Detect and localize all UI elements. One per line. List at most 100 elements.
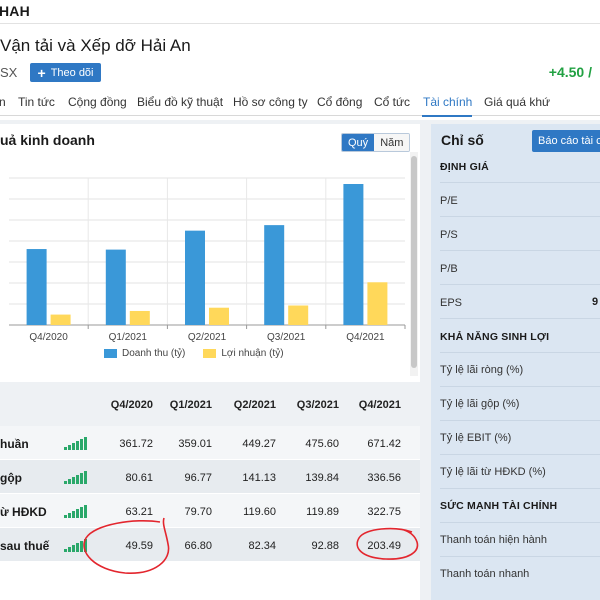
tab-company-profile[interactable]: Hồ sơ công ty xyxy=(233,95,308,109)
sparkline-bar xyxy=(84,437,87,450)
table-cell: 80.61 xyxy=(125,472,153,484)
ratio-item-ebit-margin[interactable]: Tỷ lệ EBIT (%) xyxy=(440,432,600,444)
tab-shareholders[interactable]: Cổ đông xyxy=(317,95,362,109)
ratio-item-eps[interactable]: EPS xyxy=(440,297,600,309)
ratios-title: Chỉ số xyxy=(441,132,484,148)
sparkline-bar xyxy=(72,443,75,450)
ratio-item-net-margin[interactable]: Tỷ lệ lãi ròng (%) xyxy=(440,364,600,376)
row-label: huần xyxy=(0,437,29,451)
row-label: ừ HĐKD xyxy=(0,505,47,519)
tab-dividends[interactable]: Cổ tức xyxy=(374,95,410,109)
table-cell: 66.80 xyxy=(184,540,212,552)
column-header: Q1/2021 xyxy=(169,399,212,411)
tab-finance[interactable]: Tài chính xyxy=(423,95,472,109)
top-bar: HAH xyxy=(0,0,600,24)
sparkline-bar xyxy=(64,549,67,552)
divider xyxy=(440,318,600,319)
tab-community[interactable]: Cộng đồng xyxy=(68,95,127,109)
x-tick-label: Q4/2020 xyxy=(29,332,68,343)
sparkline-bar xyxy=(80,507,83,518)
ratio-item-quick-ratio[interactable]: Thanh toán nhanh xyxy=(440,568,600,580)
column-header: Q4/2021 xyxy=(358,399,401,411)
chart-scrollbar-thumb[interactable] xyxy=(411,156,417,368)
period-toggle: Quý Năm xyxy=(341,133,411,152)
sparkline-icon xyxy=(64,505,87,518)
sparkline-bar xyxy=(80,541,83,552)
table-cell: 96.77 xyxy=(184,472,212,484)
table-cell: 359.01 xyxy=(178,438,212,450)
chart-legend: Doanh thu (tỷ) Lợi nhuận (tỷ) xyxy=(104,348,302,359)
ratio-section-valuation: ĐỊNH GIÁ xyxy=(440,161,489,173)
sparkline-bar xyxy=(72,545,75,552)
legend-swatch-profit xyxy=(203,349,217,358)
profit-bar xyxy=(50,314,71,325)
ratio-item-operating-margin[interactable]: Tỷ lệ lãi từ HĐKD (%) xyxy=(440,466,600,478)
ratio-section-financial-strength: SỨC MẠNH TÀI CHÍNH xyxy=(440,500,558,512)
legend-item-revenue[interactable]: Doanh thu (tỷ) xyxy=(104,348,185,359)
ratio-item-ps[interactable]: P/S xyxy=(440,229,600,241)
tab-price-history[interactable]: Giá quá khứ xyxy=(484,95,550,109)
divider xyxy=(440,250,600,251)
sparkline-bar xyxy=(64,481,67,484)
revenue-bar xyxy=(343,184,364,325)
tab-technical-chart[interactable]: Biểu đồ kỹ thuật xyxy=(137,95,223,109)
divider xyxy=(440,182,600,183)
table-cell: 203.49 xyxy=(367,540,401,552)
table-cell: 671.42 xyxy=(367,438,401,450)
eps-value: 9 xyxy=(592,296,599,308)
legend-label-revenue: Doanh thu (tỷ) xyxy=(122,348,186,359)
ratio-item-pb[interactable]: P/B xyxy=(440,263,600,275)
table-cell: 141.13 xyxy=(242,472,276,484)
table-row: sau thuế 49.59 66.80 82.34 92.88 203.49 xyxy=(0,528,420,562)
revenue-profit-chart: Q4/2020 Q1/2021 Q2/2021 Q3/2021 Q4/2021 xyxy=(9,177,406,343)
table-cell: 92.88 xyxy=(311,540,339,552)
table-cell: 82.34 xyxy=(248,540,276,552)
tab-overview[interactable]: n xyxy=(0,95,6,109)
sparkline-icon xyxy=(64,539,87,552)
sparkline-icon xyxy=(64,471,87,484)
table-cell: 119.60 xyxy=(243,506,276,518)
sparkline-bar xyxy=(68,445,71,450)
divider xyxy=(440,522,600,523)
sparkline-bar xyxy=(80,439,83,450)
table-cell: 119.89 xyxy=(306,506,339,518)
ratio-item-pe[interactable]: P/E xyxy=(440,195,600,207)
sparkline-bar xyxy=(84,471,87,484)
revenue-bar xyxy=(185,230,205,325)
ratio-item-current-ratio[interactable]: Thanh toán hiện hành xyxy=(440,534,600,546)
ratio-item-gross-margin[interactable]: Tỷ lệ lãi gộp (%) xyxy=(440,398,600,410)
company-name: Vận tải và Xếp dỡ Hải An xyxy=(0,36,191,55)
sparkline-bar xyxy=(80,473,83,484)
sparkline-bar xyxy=(76,509,79,518)
sparkline-bar xyxy=(84,539,87,552)
toggle-quarter[interactable]: Quý xyxy=(342,134,375,151)
sparkline-bar xyxy=(76,441,79,450)
divider xyxy=(440,216,600,217)
toggle-year[interactable]: Năm xyxy=(374,134,410,151)
x-tick-label: Q3/2021 xyxy=(267,332,306,343)
sparkline-icon xyxy=(64,437,87,450)
sparkline-bar xyxy=(72,511,75,518)
divider xyxy=(440,420,600,421)
financial-report-button[interactable]: Báo cáo tài c xyxy=(532,130,600,152)
profit-bar xyxy=(129,310,150,325)
tab-news[interactable]: Tin tức xyxy=(18,95,55,109)
sparkline-bar xyxy=(76,475,79,484)
column-header: Q4/2020 xyxy=(110,399,153,411)
profit-bar xyxy=(288,305,309,325)
divider xyxy=(440,386,600,387)
price-change: +4.50 / xyxy=(548,64,592,80)
plus-icon: + xyxy=(37,64,46,81)
revenue-bar xyxy=(264,225,285,325)
ticker-symbol: HAH xyxy=(0,3,30,19)
table-cell: 49.59 xyxy=(125,540,153,552)
row-label: sau thuế xyxy=(0,539,50,553)
legend-item-profit[interactable]: Lợi nhuận (tỷ) xyxy=(203,348,284,359)
table-cell: 63.21 xyxy=(125,506,153,518)
sparkline-bar xyxy=(68,547,71,552)
x-tick-label: Q4/2021 xyxy=(346,332,385,343)
exchange-label: SX xyxy=(0,65,18,80)
divider xyxy=(440,284,600,285)
column-header: Q2/2021 xyxy=(233,399,276,411)
follow-button[interactable]: + Theo dõi xyxy=(30,63,101,82)
